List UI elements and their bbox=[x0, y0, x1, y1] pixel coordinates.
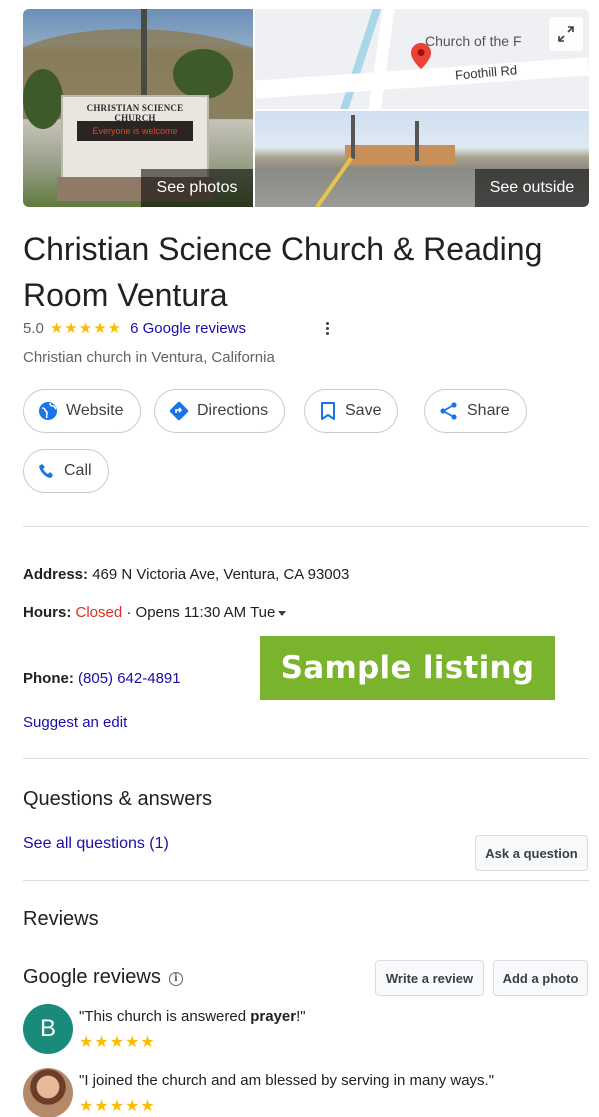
place-title: Christian Science Church & Reading Room … bbox=[23, 231, 543, 313]
sign-message: Everyone is welcome bbox=[77, 121, 193, 141]
save-button[interactable]: Save bbox=[304, 389, 399, 433]
hours-label: Hours: bbox=[23, 604, 72, 621]
review-text: "This church is answered prayer!" bbox=[79, 1008, 306, 1025]
expand-map-button[interactable] bbox=[549, 17, 583, 51]
review-item[interactable]: "I joined the church and am blessed by s… bbox=[23, 1068, 589, 1117]
directions-label: Directions bbox=[197, 402, 269, 419]
review-stars-icon: ★★★★★ bbox=[79, 1098, 156, 1115]
add-photo-button[interactable]: Add a photo bbox=[493, 960, 588, 996]
review-stars-icon: ★★★★★ bbox=[79, 1034, 156, 1051]
call-button[interactable]: Call bbox=[23, 449, 109, 493]
call-label: Call bbox=[64, 462, 92, 479]
expand-icon bbox=[558, 26, 574, 42]
globe-icon bbox=[39, 402, 57, 420]
address-row: Address: 469 N Victoria Ave, Ventura, CA… bbox=[23, 566, 349, 583]
hours-detail: · Opens 11:30 AM Tue bbox=[122, 604, 276, 621]
see-photos-button[interactable]: See photos bbox=[141, 169, 253, 207]
hours-status: Closed bbox=[75, 604, 123, 621]
write-review-button[interactable]: Write a review bbox=[375, 960, 484, 996]
review-text-part: !" bbox=[296, 1008, 306, 1025]
website-button[interactable]: Website bbox=[23, 389, 141, 433]
divider bbox=[23, 526, 589, 527]
rating-value: 5.0 bbox=[23, 319, 44, 337]
avatar[interactable] bbox=[23, 1068, 73, 1117]
review-text-part: "This church is answered bbox=[79, 1008, 251, 1025]
ask-question-button[interactable]: Ask a question bbox=[475, 835, 588, 871]
sample-listing-badge: Sample listing bbox=[260, 636, 555, 700]
google-reviews-heading: Google reviews i bbox=[23, 966, 183, 989]
divider bbox=[23, 758, 589, 759]
rating-stars-icon: ★★★★★ bbox=[49, 320, 123, 337]
review-text-highlight: prayer bbox=[250, 1008, 297, 1025]
chevron-down-icon[interactable] bbox=[278, 610, 287, 616]
review-text: "I joined the church and am blessed by s… bbox=[79, 1072, 495, 1089]
see-outside-button[interactable]: See outside bbox=[475, 169, 589, 207]
road-line bbox=[315, 156, 354, 207]
phone-row: Phone: (805) 642-4891 bbox=[23, 670, 181, 687]
phone-icon bbox=[39, 464, 53, 478]
address-value[interactable]: 469 N Victoria Ave, Ventura, CA 93003 bbox=[92, 566, 349, 583]
tree bbox=[173, 49, 233, 99]
reviews-section-title: Reviews bbox=[23, 908, 99, 930]
pole bbox=[351, 115, 355, 159]
building bbox=[345, 145, 455, 165]
rating-row: 5.0 ★★★★★ 6 Google reviews bbox=[23, 318, 246, 338]
avatar[interactable]: B bbox=[23, 1004, 73, 1054]
suggest-edit-link[interactable]: Suggest an edit bbox=[23, 714, 127, 731]
share-label: Share bbox=[467, 402, 510, 419]
street-view-thumbnail[interactable]: See outside bbox=[255, 111, 589, 207]
share-button[interactable]: Share bbox=[424, 389, 527, 433]
place-category: Christian church in Ventura, California bbox=[23, 349, 275, 366]
save-label: Save bbox=[345, 402, 382, 419]
review-item[interactable]: B "This church is answered prayer!" ★★★★… bbox=[23, 1004, 589, 1058]
google-reviews-link[interactable]: 6 Google reviews bbox=[130, 320, 246, 337]
website-label: Website bbox=[66, 402, 124, 419]
phone-label: Phone: bbox=[23, 670, 74, 687]
share-icon bbox=[440, 402, 457, 420]
more-options-icon[interactable] bbox=[322, 318, 332, 338]
info-icon[interactable]: i bbox=[168, 971, 183, 986]
divider bbox=[23, 880, 589, 881]
qa-section-title: Questions & answers bbox=[23, 788, 212, 810]
see-all-questions-link[interactable]: See all questions (1) bbox=[23, 835, 169, 853]
phone-number-link[interactable]: (805) 642-4891 bbox=[78, 670, 181, 687]
hours-row[interactable]: Hours: Closed · Opens 11:30 AM Tue bbox=[23, 604, 287, 621]
sign-title: CHRISTIAN SCIENCE CHURCH bbox=[86, 103, 184, 123]
media-gallery: CHRISTIAN SCIENCE CHURCH Everyone is wel… bbox=[23, 9, 589, 207]
church-sign-photo[interactable]: CHRISTIAN SCIENCE CHURCH Everyone is wel… bbox=[23, 9, 253, 207]
google-reviews-label: Google reviews bbox=[23, 966, 161, 988]
bookmark-icon bbox=[321, 402, 335, 420]
pole bbox=[415, 121, 419, 161]
address-label: Address: bbox=[23, 566, 89, 583]
directions-icon bbox=[169, 401, 189, 421]
directions-button[interactable]: Directions bbox=[154, 389, 286, 433]
map-place-label: Church of the F bbox=[425, 33, 522, 49]
tree bbox=[23, 69, 63, 129]
map-thumbnail[interactable]: Church of the F Foothill Rd bbox=[255, 9, 589, 109]
